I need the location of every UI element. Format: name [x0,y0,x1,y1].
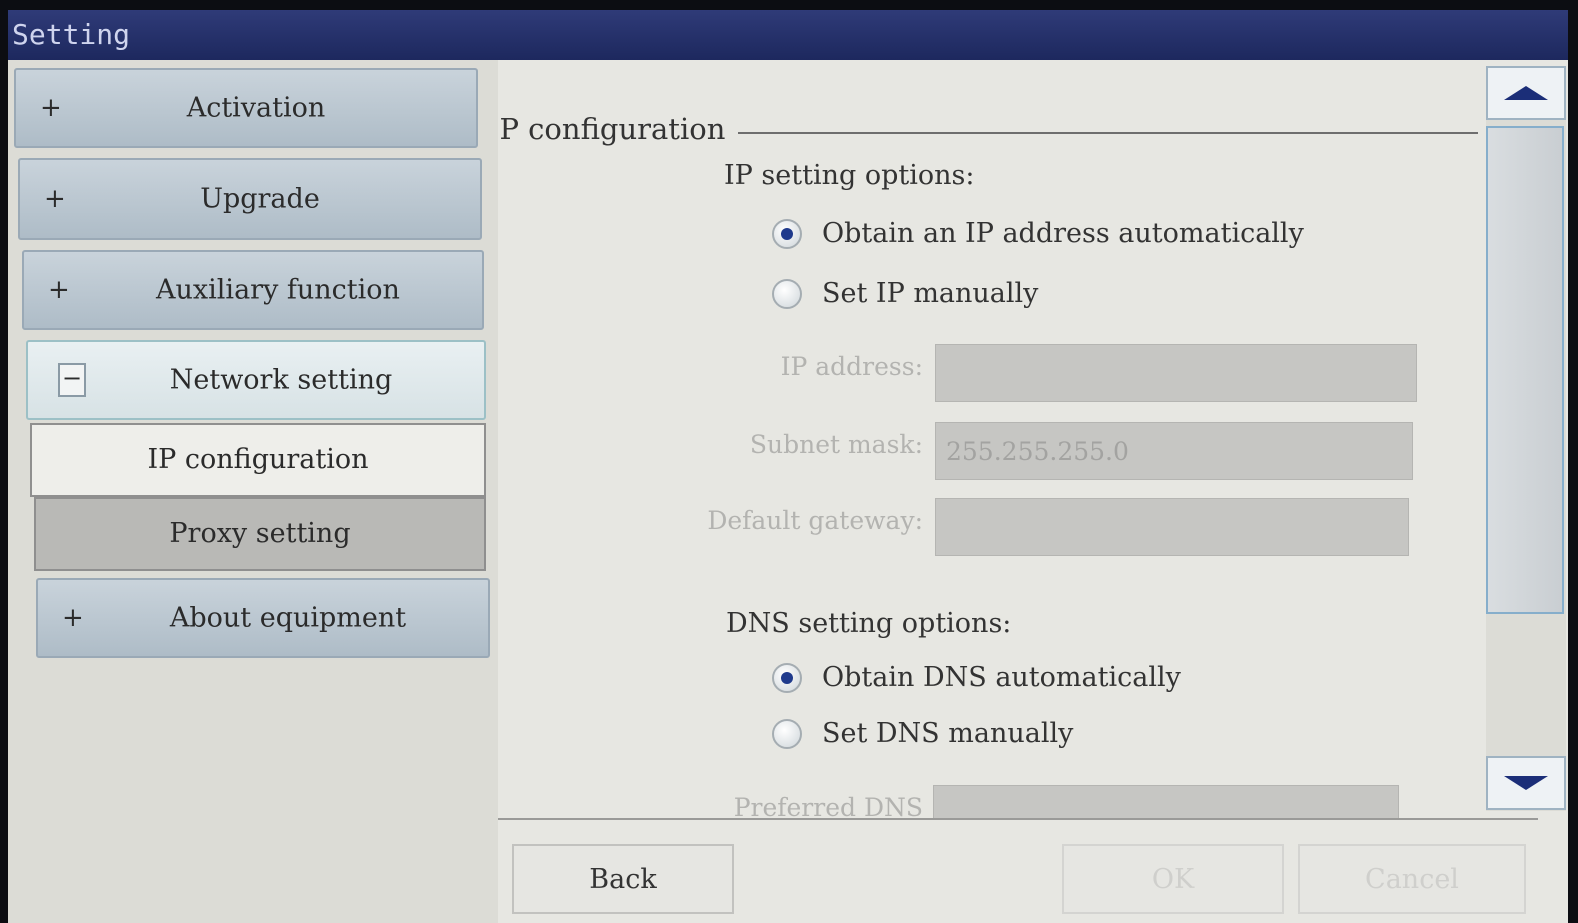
radio-selected-icon [772,662,802,693]
settings-screen: Setting + Activation + Upgrade + Auxilia… [8,10,1568,923]
sidebar-item-label: Activation [186,92,326,124]
radio-label: Obtain DNS automatically [822,662,1181,693]
footer-divider [498,818,1538,820]
radio-label: Set DNS manually [822,718,1074,749]
radio-selected-icon [772,218,802,249]
window-title: Setting [8,10,1568,60]
group-divider [738,132,1478,134]
radio-unselected-icon [772,718,802,749]
sidebar-item-auxiliary-function[interactable]: + Auxiliary function [22,250,484,330]
group-title: IP configuration [498,112,736,146]
sidebar-item-label: Auxiliary function [156,274,400,306]
scroll-thumb[interactable] [1486,126,1564,614]
sidebar-subitem-proxy-setting[interactable]: Proxy setting [34,497,486,571]
radio-unselected-icon [772,278,802,309]
radio-set-ip-manually[interactable]: Set IP manually [772,278,1038,309]
ip-configuration-panel: IP configuration IP setting options: Obt… [498,60,1488,820]
cancel-button[interactable]: Cancel [1298,844,1526,914]
sidebar-item-label: About equipment [169,602,407,634]
preferred-dns-field[interactable] [933,785,1399,820]
default-gateway-field[interactable] [935,498,1409,556]
sidebar-item-upgrade[interactable]: + Upgrade [18,158,482,240]
radio-set-dns-manually[interactable]: Set DNS manually [772,718,1073,749]
scroll-down-button[interactable] [1486,756,1566,810]
arrow-down-icon [1504,776,1548,790]
radio-obtain-ip-auto[interactable]: Obtain an IP address automatically [772,218,1304,249]
sidebar-item-label: Upgrade [200,183,320,215]
ip-address-field[interactable] [935,344,1417,402]
back-button[interactable]: Back [512,844,734,914]
ip-address-label: IP address: [780,352,923,381]
sidebar-item-label: Network setting [169,364,393,396]
sidebar-item-about-equipment[interactable]: + About equipment [36,578,490,658]
subnet-mask-field[interactable]: 255.255.255.0 [935,422,1413,480]
sidebar-subitem-label: Proxy setting [169,518,351,549]
preferred-dns-label: Preferred DNS server: [733,793,923,820]
ok-button[interactable]: OK [1062,844,1284,914]
sidebar-subitem-label: IP configuration [147,444,369,475]
radio-label: Set IP manually [822,278,1039,309]
sidebar-subitem-ip-configuration[interactable]: IP configuration [30,423,486,497]
arrow-up-icon [1504,86,1548,100]
sidebar-item-activation[interactable]: + Activation [14,68,478,148]
radio-label: Obtain an IP address automatically [822,218,1304,249]
ip-setting-options-title: IP setting options: [724,160,975,191]
subnet-mask-label: Subnet mask: [749,430,923,459]
vertical-scrollbar[interactable] [1486,66,1566,811]
sidebar-item-network-setting[interactable]: − Network setting [26,340,486,420]
radio-obtain-dns-auto[interactable]: Obtain DNS automatically [772,662,1181,693]
sidebar: + Activation + Upgrade + Auxiliary funct… [8,60,498,923]
dns-setting-options-title: DNS setting options: [726,608,1012,639]
default-gateway-label: Default gateway: [707,506,923,535]
scroll-up-button[interactable] [1486,66,1566,120]
